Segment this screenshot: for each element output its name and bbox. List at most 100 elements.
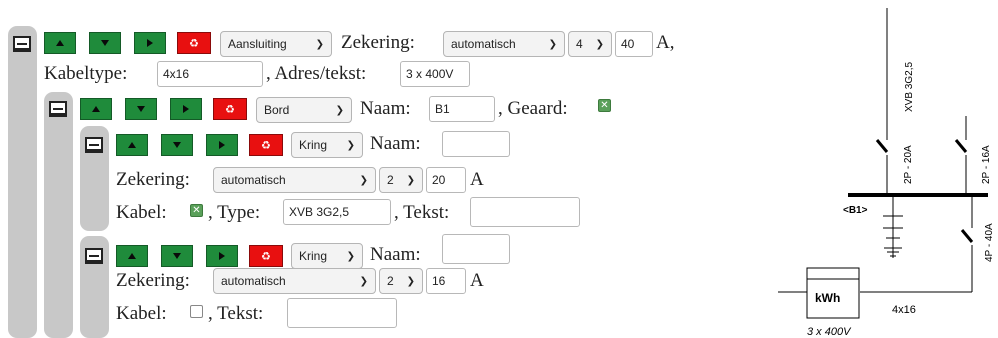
board-label-text: <B1> (843, 205, 868, 216)
circuit1-text-input[interactable] (470, 197, 580, 227)
chevron-down-icon: ❯ (595, 38, 604, 50)
circuit2-text-input[interactable] (287, 298, 397, 328)
circuit1-type-label: , Type: (208, 202, 261, 223)
arrow-down-icon (173, 142, 181, 148)
grounded-checkbox[interactable]: ✕ (598, 99, 611, 112)
recycle-icon: ♻ (189, 36, 199, 50)
circuit1-cable-checkbox[interactable]: ✕ (190, 204, 203, 217)
circuit2-switch-text: 2P - 16A (981, 145, 992, 184)
arrow-down-icon (137, 106, 145, 112)
chevron-down-icon: ❯ (406, 275, 415, 287)
collapse-toggle-board[interactable] (49, 101, 67, 117)
arrow-up-icon (128, 253, 136, 259)
arrow-up-icon (92, 106, 100, 112)
move-down-button[interactable] (161, 245, 193, 267)
circuit1-switch-blade (875, 139, 889, 153)
main-cable-text: 4x16 (892, 304, 916, 316)
arrow-right-icon (183, 105, 189, 113)
circuit2-amps-unit: A (470, 270, 484, 291)
delete-button[interactable]: ♻ (249, 134, 283, 156)
chevron-down-icon: ❯ (346, 139, 355, 151)
type-select-root[interactable]: Aansluiting ❯ (220, 31, 332, 57)
amps-input-circuit2[interactable]: 16 (426, 268, 466, 294)
main-switch-blade (960, 229, 974, 243)
recycle-icon: ♻ (225, 102, 235, 116)
collapse-toggle-circuit1[interactable] (85, 137, 103, 153)
cable-type-input[interactable]: 4x16 (157, 61, 263, 87)
supply-text: 3 x 400V (807, 326, 852, 338)
move-down-button[interactable] (161, 134, 193, 156)
move-down-button[interactable] (125, 98, 157, 120)
circuit1-cable-text: XVB 3G2,5 (904, 62, 915, 112)
recycle-icon: ♻ (261, 138, 271, 152)
type-select-circuit1[interactable]: Kring ❯ (291, 132, 363, 158)
circuit1-cable-label: Kabel: (116, 202, 167, 223)
amps-input-circuit1[interactable]: 20 (426, 167, 466, 193)
circuit2-text-label: , Tekst: (208, 303, 264, 324)
grounded-label: , Geaard: (498, 98, 568, 119)
delete-button[interactable]: ♻ (249, 245, 283, 267)
tree-bar-root (8, 26, 37, 338)
move-right-button[interactable] (206, 134, 238, 156)
chevron-down-icon: ❯ (359, 275, 368, 287)
move-down-button[interactable] (89, 32, 121, 54)
circuit1-name-input[interactable] (442, 131, 510, 157)
move-right-button[interactable] (206, 245, 238, 267)
circuit2-name-input[interactable] (442, 234, 510, 264)
type-select-circuit2[interactable]: Kring ❯ (291, 243, 363, 269)
circuit1-fuse-label: Zekering: (116, 169, 190, 190)
circuit1-switch-text: 2P - 20A (903, 145, 914, 184)
collapse-toggle-circuit2[interactable] (85, 248, 103, 264)
delete-button[interactable]: ♻ (213, 98, 247, 120)
fuse-label: Zekering: (341, 32, 415, 53)
move-up-button[interactable] (44, 32, 76, 54)
circuit1-type-input[interactable]: XVB 3G2,5 (283, 199, 391, 225)
poles-select-root[interactable]: 4 ❯ (568, 31, 612, 57)
circuit1-text-label: , Tekst: (394, 202, 450, 223)
recycle-icon: ♻ (261, 249, 271, 263)
move-up-button[interactable] (80, 98, 112, 120)
cable-type-label: Kabeltype: (44, 63, 128, 84)
tree-bar-board (44, 92, 73, 338)
address-input[interactable]: 3 x 400V (400, 61, 470, 87)
chevron-down-icon: ❯ (315, 38, 324, 50)
move-up-button[interactable] (116, 245, 148, 267)
move-right-button[interactable] (134, 32, 166, 54)
single-line-diagram: XVB 3G2,5 2P - 20A 2P - 16A <B1> 4P - 40… (778, 8, 995, 338)
arrow-right-icon (219, 141, 225, 149)
arrow-down-icon (101, 40, 109, 46)
arrow-up-icon (128, 142, 136, 148)
chevron-down-icon: ❯ (406, 174, 415, 186)
arrow-down-icon (173, 253, 181, 259)
circuit2-cable-checkbox[interactable] (190, 305, 203, 318)
arrow-right-icon (219, 252, 225, 260)
amps-input-root[interactable]: 40 (615, 31, 653, 57)
amps-unit: A, (656, 32, 675, 53)
circuit2-fuse-label: Zekering: (116, 270, 190, 291)
collapse-toggle-root[interactable] (13, 36, 31, 52)
arrow-up-icon (56, 40, 64, 46)
poles-select-circuit2[interactable]: 2 ❯ (379, 268, 423, 294)
fuse-type-select-circuit2[interactable]: automatisch ❯ (213, 268, 376, 294)
board-name-label: Naam: (360, 98, 411, 119)
circuit1-amps-unit: A (470, 169, 484, 190)
circuit2-cable-label: Kabel: (116, 303, 167, 324)
address-label: , Adres/tekst: (266, 63, 367, 84)
fuse-type-select-root[interactable]: automatisch ❯ (443, 31, 565, 57)
move-up-button[interactable] (116, 134, 148, 156)
arrow-right-icon (147, 39, 153, 47)
delete-button[interactable]: ♻ (177, 32, 211, 54)
chevron-down-icon: ❯ (346, 250, 355, 262)
chevron-down-icon: ❯ (335, 104, 344, 116)
type-select-board[interactable]: Bord ❯ (256, 97, 352, 123)
poles-select-circuit1[interactable]: 2 ❯ (379, 167, 423, 193)
main-switch-text: 4P - 40A (984, 223, 995, 262)
kwh-text: kWh (815, 291, 840, 305)
chevron-down-icon: ❯ (548, 38, 557, 50)
fuse-type-select-circuit1[interactable]: automatisch ❯ (213, 167, 376, 193)
circuit2-name-label: Naam: (370, 244, 421, 265)
move-right-button[interactable] (170, 98, 202, 120)
board-name-input[interactable]: B1 (429, 96, 495, 122)
circuit2-switch-blade (954, 139, 968, 153)
circuit1-name-label: Naam: (370, 133, 421, 154)
